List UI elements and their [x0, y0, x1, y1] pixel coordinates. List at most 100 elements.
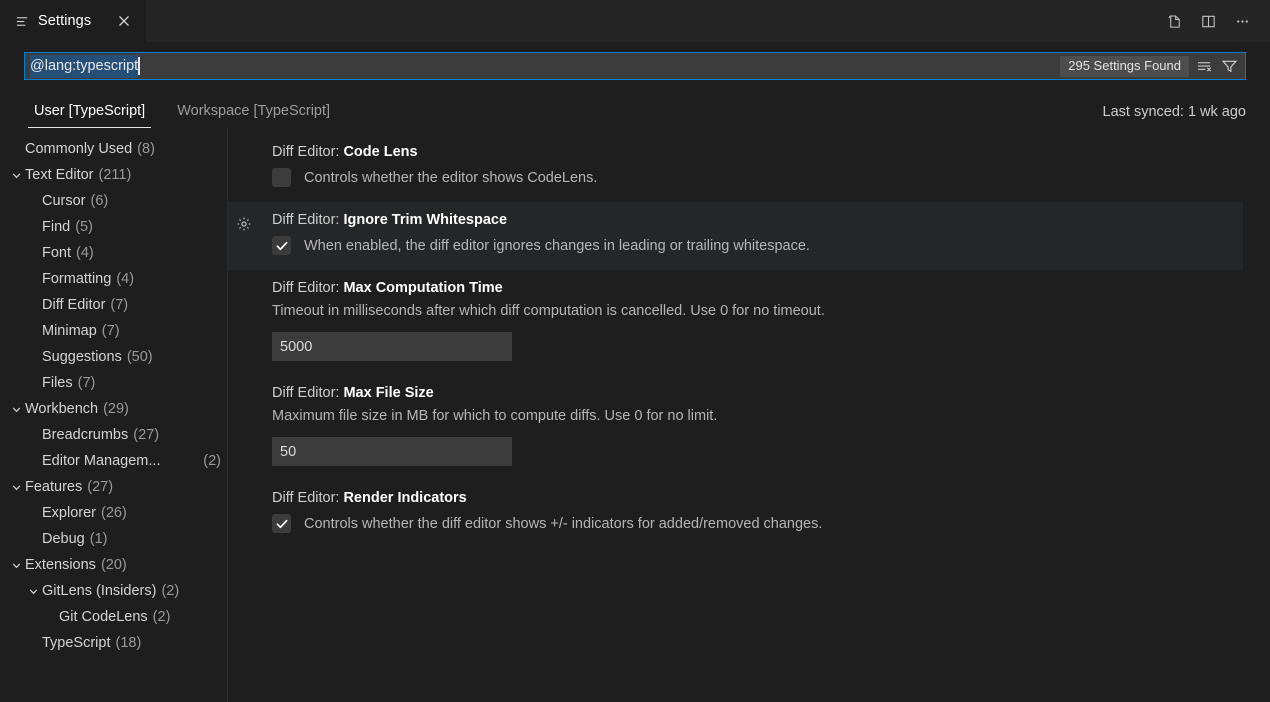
- setting-checkbox-ignore-trim-whitespace[interactable]: [272, 236, 291, 255]
- gear-icon[interactable]: [236, 216, 252, 232]
- tab-workspace-typescript[interactable]: Workspace [TypeScript]: [171, 103, 336, 128]
- toc-item-find[interactable]: Find (5): [0, 214, 227, 240]
- toc-item-count: (27): [87, 479, 113, 495]
- chevron-down-icon[interactable]: [8, 560, 25, 571]
- search-controls: 295 Settings Found: [1060, 53, 1243, 79]
- toc-item-label: Explorer: [42, 505, 96, 521]
- tab-user-typescript[interactable]: User [TypeScript]: [28, 103, 151, 128]
- settings-toc-tree[interactable]: Commonly Used(8) Text Editor (211) Cursor(6…: [0, 128, 228, 702]
- toc-item-count: (211): [99, 167, 132, 183]
- toc-item-text-editor[interactable]: Text Editor (211): [0, 162, 227, 188]
- toc-item-label: Find: [42, 219, 70, 235]
- toc-item-commonly-used[interactable]: Commonly Used(8): [0, 136, 227, 162]
- search-text-zone[interactable]: @lang:typescript: [25, 53, 1060, 79]
- setting-category-label: Diff Editor:: [272, 280, 343, 296]
- toc-item-files[interactable]: Files(7): [0, 370, 227, 396]
- toc-item-label: Cursor: [42, 193, 86, 209]
- setting-category-label: Diff Editor:: [272, 490, 343, 506]
- toc-item-extensions[interactable]: Extensions (20): [0, 552, 227, 578]
- toc-item-typescript[interactable]: TypeScript (18): [0, 630, 227, 656]
- file-code-icon[interactable]: [1160, 7, 1188, 35]
- toc-item-count: (8): [137, 141, 155, 157]
- setting-title: Diff Editor: Max File Size: [272, 385, 1243, 401]
- setting-checkbox-line: When enabled, the diff editor ignores ch…: [272, 233, 1243, 256]
- setting-description: Maximum file size in MB for which to com…: [272, 406, 1243, 426]
- editor-tab-settings[interactable]: Settings: [0, 0, 146, 42]
- toc-item-count: (5): [75, 219, 93, 235]
- setting-category-label: Diff Editor:: [272, 212, 343, 228]
- setting-row-max-computation-time[interactable]: Diff Editor: Max Computation TimeTimeout…: [228, 270, 1243, 375]
- search-input[interactable]: @lang:typescript 295 Settings Found: [24, 52, 1246, 80]
- setting-row-max-file-size[interactable]: Diff Editor: Max File Size Maximum file s…: [228, 375, 1243, 480]
- toc-item-label: Files: [42, 375, 73, 391]
- toc-item-count: (4): [76, 245, 94, 261]
- setting-name-label: Max File Size: [343, 385, 433, 401]
- toc-item-label: Suggestions: [42, 349, 122, 365]
- toc-item-formatting[interactable]: Formatting(4): [0, 266, 227, 292]
- setting-input-max-computation-time[interactable]: 5000: [272, 332, 512, 361]
- toc-item-label: Text Editor: [25, 167, 94, 183]
- toc-item-breadcrumbs[interactable]: Breadcrumbs(27): [0, 422, 227, 448]
- chevron-down-icon[interactable]: [8, 404, 25, 415]
- toc-item-explorer[interactable]: Explorer (26): [0, 500, 227, 526]
- editor-title-bar: Settings: [0, 0, 1270, 42]
- toc-item-diff-editor[interactable]: Diff Editor (7): [0, 292, 227, 318]
- close-icon[interactable]: [114, 11, 134, 31]
- ellipsis-icon[interactable]: [1228, 7, 1256, 35]
- setting-name-label: Ignore Trim Whitespace: [343, 212, 507, 228]
- setting-checkbox-render-indicators[interactable]: [272, 514, 291, 533]
- toc-item-label: Minimap: [42, 323, 97, 339]
- setting-input-max-file-size[interactable]: 50: [272, 437, 512, 466]
- setting-name-label: Render Indicators: [343, 490, 466, 506]
- toc-item-count: (2): [203, 453, 223, 469]
- setting-row-render-indicators[interactable]: Diff Editor: Render IndicatorsControls w…: [228, 480, 1243, 548]
- toc-item-label: Extensions: [25, 557, 96, 573]
- toc-item-workbench[interactable]: Workbench(29): [0, 396, 227, 422]
- toc-item-count: (7): [110, 297, 128, 313]
- toc-item-debug[interactable]: Debug(1): [0, 526, 227, 552]
- settings-list-icon: [14, 13, 30, 29]
- toc-item-count: (20): [101, 557, 127, 573]
- toc-item-label: GitLens (Insiders): [42, 583, 156, 599]
- settings-found-badge: 295 Settings Found: [1060, 56, 1189, 77]
- chevron-down-icon[interactable]: [8, 170, 25, 181]
- setting-category-label: Diff Editor:: [272, 385, 343, 401]
- last-synced-label[interactable]: Last synced: 1 wk ago: [1103, 104, 1246, 128]
- search-input-value: @lang:typescript: [30, 55, 138, 78]
- toc-item-suggestions[interactable]: Suggestions (50): [0, 344, 227, 370]
- toc-item-cursor[interactable]: Cursor(6): [0, 188, 227, 214]
- toc-item-gitlens-insiders[interactable]: GitLens (Insiders)(2): [0, 578, 227, 604]
- editor-tab-label: Settings: [38, 13, 96, 29]
- setting-row-code-lens[interactable]: Diff Editor: Code LensControls whether t…: [228, 134, 1243, 202]
- settings-list[interactable]: Diff Editor: Code Lens Controls whether t…: [228, 128, 1270, 702]
- clear-filter-icon[interactable]: [1194, 56, 1214, 76]
- toc-item-features[interactable]: Features(27): [0, 474, 227, 500]
- toc-item-label: TypeScript: [42, 635, 111, 651]
- toc-item-label: Diff Editor: [42, 297, 105, 313]
- toc-item-label: Git CodeLens: [59, 609, 148, 625]
- settings-search-row: @lang:typescript 295 Settings Found: [0, 42, 1270, 90]
- filter-funnel-icon[interactable]: [1219, 56, 1239, 76]
- toc-item-count: (7): [102, 323, 120, 339]
- toc-item-label: Debug: [42, 531, 85, 547]
- setting-title: Diff Editor: Render Indicators: [272, 490, 1243, 506]
- toc-item-count: (50): [127, 349, 153, 365]
- toc-item-count: (26): [101, 505, 127, 521]
- chevron-down-icon[interactable]: [25, 586, 42, 597]
- setting-checkbox-line: Controls whether the editor shows CodeLe…: [272, 165, 1243, 188]
- setting-checkbox-code-lens[interactable]: [272, 168, 291, 187]
- toc-item-count: (4): [116, 271, 134, 287]
- toc-item-font[interactable]: Font(4): [0, 240, 227, 266]
- split-editor-icon[interactable]: [1194, 7, 1222, 35]
- toc-item-count: (18): [116, 635, 142, 651]
- toc-item-git-codelens[interactable]: Git CodeLens(2): [0, 604, 227, 630]
- text-cursor: [138, 57, 140, 75]
- chevron-down-icon[interactable]: [8, 482, 25, 493]
- settings-scope-tabs: User [TypeScript] Workspace [TypeScript]…: [0, 90, 1270, 128]
- toc-item-label: Breadcrumbs: [42, 427, 128, 443]
- setting-row-ignore-trim-whitespace[interactable]: Diff Editor: Ignore Trim Whitespace When …: [228, 202, 1243, 270]
- toc-item-minimap[interactable]: Minimap (7): [0, 318, 227, 344]
- setting-name-label: Max Computation Time: [343, 280, 502, 296]
- setting-name-label: Code Lens: [343, 144, 417, 160]
- toc-item-editor-managem[interactable]: Editor Managem...(2): [0, 448, 227, 474]
